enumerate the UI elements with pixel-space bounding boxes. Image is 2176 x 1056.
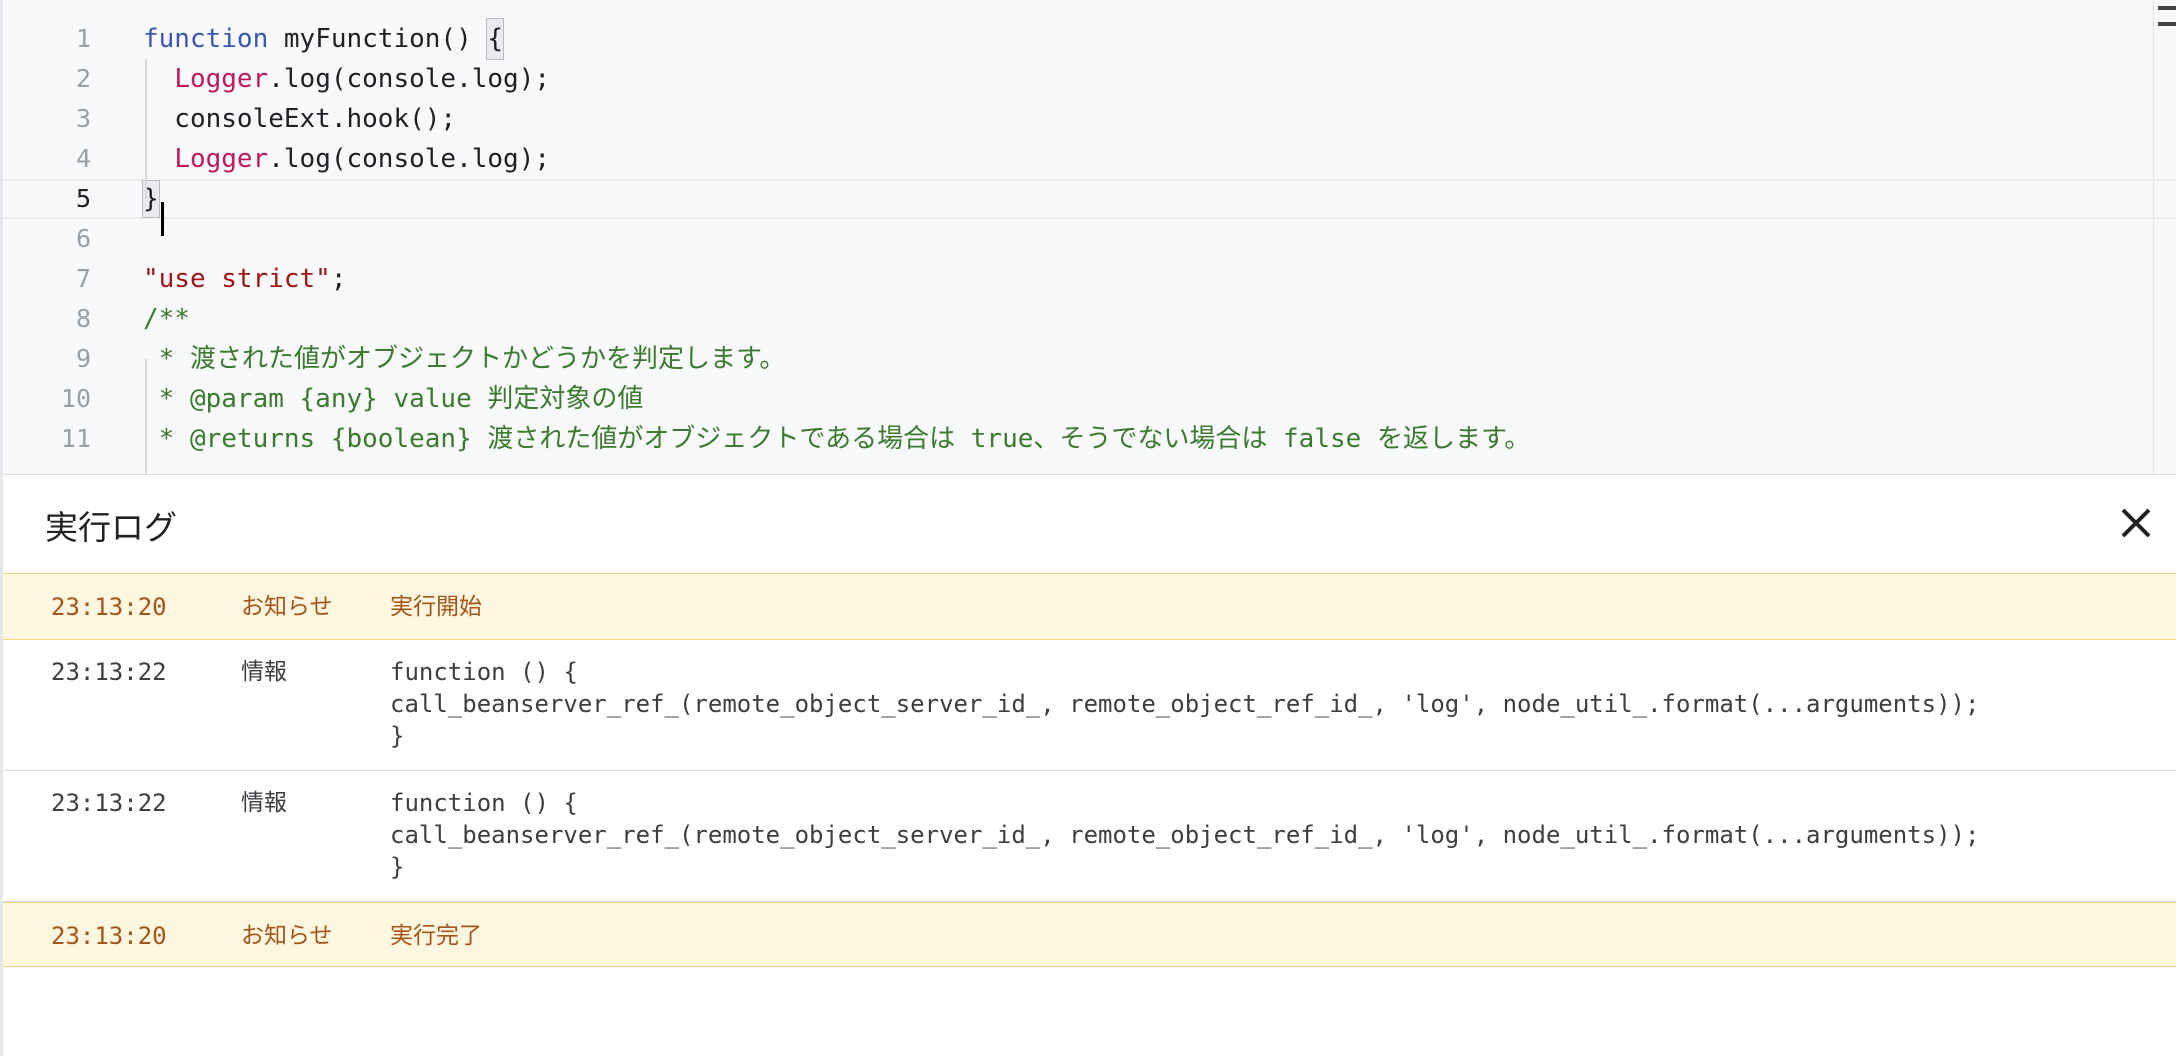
line-number: 11 (60, 424, 91, 453)
code-token: /** (143, 304, 190, 334)
code-token: myFunction() (268, 24, 488, 54)
code-text: "use strict"; (143, 259, 347, 299)
matching-brace: { (486, 18, 505, 60)
log-message: 実行開始 (390, 591, 482, 623)
log-time: 23:13:20 (51, 593, 167, 621)
code-line[interactable]: 5} (3, 179, 2176, 219)
code-text: * @param {any} value 判定対象の値 (143, 379, 644, 419)
log-message-line: 実行完了 (390, 923, 482, 949)
log-message-line: } (390, 722, 405, 750)
log-entry: 23:13:20 お知らせ 実行開始 (3, 573, 2176, 640)
log-entry: 23:13:22 情報 function () { call_beanserver_r… (3, 640, 2176, 771)
line-number: 1 (75, 24, 91, 53)
code-token: function (143, 24, 269, 54)
scrollbar-marker (2158, 6, 2176, 10)
text-cursor (160, 202, 164, 236)
code-line[interactable]: 8 /** (3, 299, 2176, 339)
log-message: function () { call_beanserver_ref_(remote… (390, 787, 1979, 883)
log-title: 実行ログ (45, 508, 177, 547)
log-level: 情報 (241, 659, 287, 685)
log-message-line: function () { (390, 789, 578, 817)
line-number: 10 (60, 384, 91, 413)
close-icon (2121, 508, 2151, 538)
log-message-line: function () { (390, 658, 578, 686)
code-line[interactable]: 4 Logger.log(console.log); (3, 139, 2176, 179)
code-line[interactable]: 11 * @returns {boolean} 渡された値がオブジェクトである場… (3, 419, 2176, 459)
code-token: Logger (174, 64, 269, 94)
code-text: /** (143, 299, 190, 339)
code-token: .log(console.log); (268, 64, 550, 94)
log-message-line: 実行開始 (390, 594, 482, 620)
code-token: * 渡された値がオブジェクトかどうかを判定します。 (143, 344, 786, 374)
code-line[interactable]: 2 Logger.log(console.log); (3, 59, 2176, 99)
log-message-line: } (390, 853, 405, 881)
code-line[interactable]: 3 consoleExt.hook(); (3, 99, 2176, 139)
indent-guide (145, 59, 147, 199)
code-text: function myFunction() { (143, 18, 505, 60)
line-number: 8 (75, 304, 91, 333)
code-token: * @returns {boolean} 渡された値がオブジェクトである場合は … (143, 424, 1531, 454)
execution-log-panel: 実行ログ 23:13:20 お知らせ 実行開始 23:13:22 情報 function … (3, 474, 2176, 1056)
code-line[interactable]: 10 * @param {any} value 判定対象の値 (3, 379, 2176, 419)
line-number: 7 (75, 264, 91, 293)
code-token: * @param {any} value 判定対象の値 (143, 384, 644, 414)
code-token: .log(console.log); (268, 144, 550, 174)
line-number: 3 (75, 104, 91, 133)
code-line[interactable]: 7 "use strict"; (3, 259, 2176, 299)
line-number: 5 (75, 184, 91, 213)
close-log-button[interactable] (2114, 501, 2158, 545)
code-token: Logger (174, 144, 269, 174)
code-line[interactable]: 9 * 渡された値がオブジェクトかどうかを判定します。 (3, 339, 2176, 379)
code-line[interactable]: 1 function myFunction() { (3, 18, 2176, 60)
log-time: 23:13:20 (51, 922, 167, 950)
indent-guide (145, 359, 147, 474)
log-time: 23:13:22 (51, 658, 167, 686)
line-number: 9 (75, 344, 91, 373)
code-token: ; (330, 264, 347, 294)
log-level: お知らせ (241, 594, 333, 620)
code-token: consoleExt.hook(); (143, 104, 457, 134)
code-text: consoleExt.hook(); (143, 99, 456, 139)
log-time: 23:13:22 (51, 789, 167, 817)
code-line[interactable]: 6 (3, 219, 2176, 259)
log-message: function () { call_beanserver_ref_(remote… (390, 656, 1979, 752)
line-number: 4 (75, 144, 91, 173)
log-entry: 23:13:20 お知らせ 実行完了 (3, 902, 2176, 967)
code-text: * @returns {boolean} 渡された値がオブジェクトである場合は … (143, 419, 1531, 459)
line-number: 6 (75, 224, 91, 253)
log-message-line: call_beanserver_ref_(remote_object_serve… (390, 690, 1980, 718)
code-token: "use strict" (143, 264, 331, 294)
log-level: お知らせ (241, 923, 333, 949)
code-editor[interactable]: 1 function myFunction() {2 Logger.log(con… (3, 0, 2176, 474)
log-level: 情報 (241, 790, 287, 816)
log-header: 実行ログ (3, 475, 2176, 574)
code-text: Logger.log(console.log); (143, 59, 550, 99)
code-text: Logger.log(console.log); (143, 139, 550, 179)
code-text: * 渡された値がオブジェクトかどうかを判定します。 (143, 339, 786, 379)
line-number: 2 (75, 64, 91, 93)
log-entry: 23:13:22 情報 function () { call_beanserver_r… (3, 771, 2176, 902)
log-message: 実行完了 (390, 920, 482, 952)
log-message-line: call_beanserver_ref_(remote_object_serve… (390, 821, 1980, 849)
